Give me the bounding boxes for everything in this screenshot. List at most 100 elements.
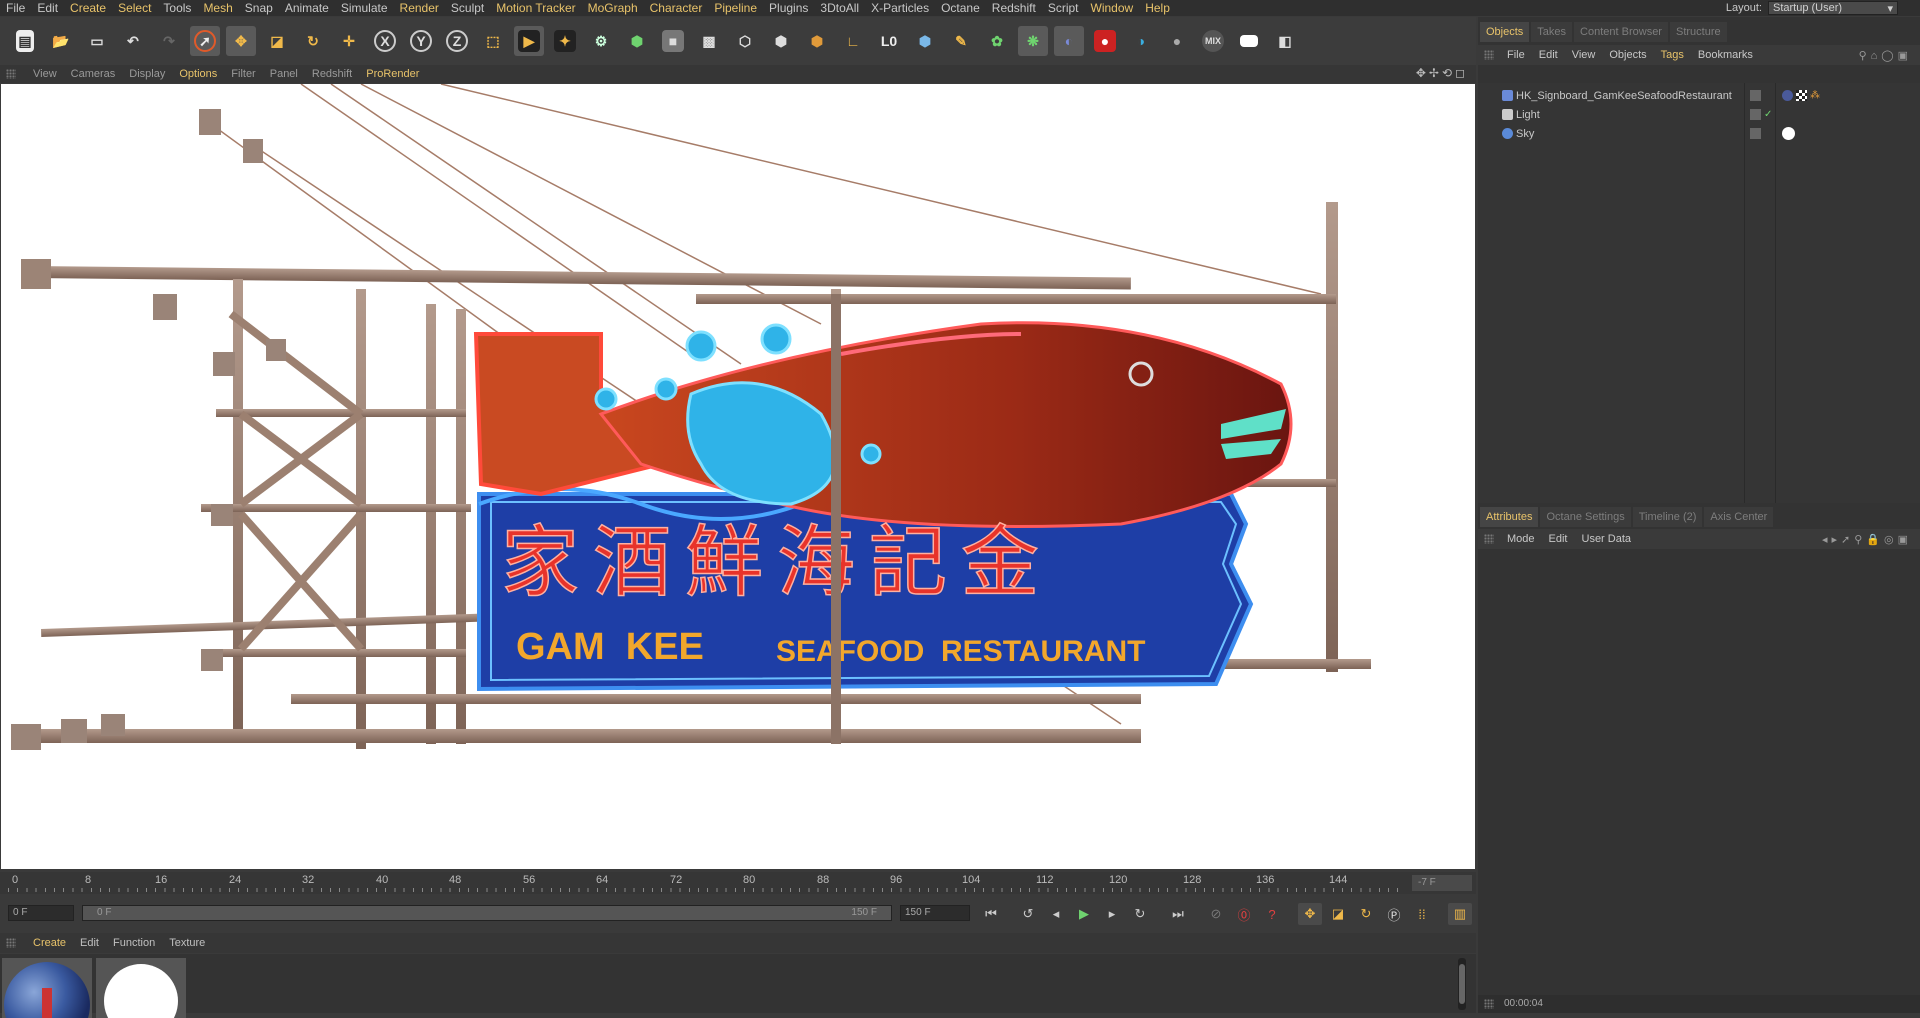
menu-snap[interactable]: Snap bbox=[239, 1, 279, 15]
mix-icon[interactable]: MIX bbox=[1198, 26, 1228, 56]
record-icon[interactable]: ● bbox=[1090, 26, 1120, 56]
menu-plugins[interactable]: Plugins bbox=[763, 1, 814, 15]
text-object-icon[interactable]: L0 bbox=[874, 26, 904, 56]
timeline-ruler[interactable]: 0 8 16 24 32 40 48 56 64 72 80 88 96 104… bbox=[0, 872, 1476, 894]
camera-cube-icon[interactable]: ⬢ bbox=[910, 26, 940, 56]
visibility-icon[interactable] bbox=[1750, 128, 1761, 139]
mat-menu-texture[interactable]: Texture bbox=[162, 937, 212, 949]
menu-edit[interactable]: Edit bbox=[31, 1, 64, 15]
keyframe-disabled-icon[interactable]: ⊘ bbox=[1204, 903, 1228, 925]
grip-icon[interactable] bbox=[1484, 999, 1494, 1009]
live-select-icon[interactable]: ✛ bbox=[334, 26, 364, 56]
layout-toggle-icon[interactable]: ◧ bbox=[1270, 26, 1300, 56]
tab-attributes[interactable]: Attributes bbox=[1480, 507, 1539, 527]
vp-menu-display[interactable]: Display bbox=[122, 68, 172, 80]
render-settings-icon[interactable]: ⚙ bbox=[586, 26, 616, 56]
menu-animate[interactable]: Animate bbox=[279, 1, 335, 15]
mograph-icon[interactable]: ✿ bbox=[982, 26, 1012, 56]
3d-viewport[interactable]: 家酒鮮海記金 GAM KEE SEAFOOD RESTAURANT bbox=[1, 84, 1475, 869]
tab-octane-settings[interactable]: Octane Settings bbox=[1540, 507, 1631, 527]
menu-create[interactable]: Create bbox=[64, 1, 112, 15]
material-swatch[interactable] bbox=[96, 958, 186, 1018]
vp-menu-view[interactable]: View bbox=[26, 68, 64, 80]
deformer-icon[interactable]: ◐ bbox=[1054, 26, 1084, 56]
grip-icon[interactable] bbox=[6, 69, 16, 79]
layout-dropdown[interactable]: Startup (User) ▾ bbox=[1768, 1, 1898, 15]
select-tool-icon[interactable]: ➚ bbox=[190, 26, 220, 56]
light-rect-icon[interactable] bbox=[1234, 26, 1264, 56]
obj-menu-edit[interactable]: Edit bbox=[1532, 49, 1565, 61]
attr-nav-icons[interactable]: ◂▸➚⚲🔒◎▣ bbox=[1822, 533, 1912, 546]
menu-octane[interactable]: Octane bbox=[935, 1, 986, 15]
end-frame-field[interactable]: 150 F bbox=[900, 905, 970, 921]
tab-structure[interactable]: Structure bbox=[1669, 22, 1727, 42]
menu-pipeline[interactable]: Pipeline bbox=[708, 1, 763, 15]
x-axis-icon[interactable]: X bbox=[370, 26, 400, 56]
floor-icon[interactable]: ∟ bbox=[838, 26, 868, 56]
visibility-icon[interactable] bbox=[1750, 90, 1761, 101]
object-row[interactable]: Sky bbox=[1478, 125, 1920, 142]
menu-window[interactable]: Window bbox=[1085, 1, 1140, 15]
redo-icon[interactable]: ↷ bbox=[154, 26, 184, 56]
y-axis-icon[interactable]: Y bbox=[406, 26, 436, 56]
frame-range-slider[interactable]: 0 F 150 F bbox=[82, 905, 892, 921]
obj-menu-objects[interactable]: Objects bbox=[1602, 49, 1653, 61]
checker-tag-icon[interactable] bbox=[1796, 90, 1807, 101]
mat-menu-create[interactable]: Create bbox=[26, 937, 73, 949]
render-view-icon[interactable]: ▶ bbox=[514, 26, 544, 56]
obj-menu-bookmarks[interactable]: Bookmarks bbox=[1691, 49, 1760, 61]
mat-menu-edit[interactable]: Edit bbox=[73, 937, 106, 949]
tab-axis-center[interactable]: Axis Center bbox=[1704, 507, 1774, 527]
obj-menu-file[interactable]: File bbox=[1500, 49, 1532, 61]
attr-menu-edit[interactable]: Edit bbox=[1542, 533, 1575, 545]
key-help-icon[interactable]: ? bbox=[1260, 903, 1284, 925]
box-wire-icon[interactable]: ⬡ bbox=[730, 26, 760, 56]
xpresso-tag-icon[interactable]: ⁂ bbox=[1810, 90, 1821, 101]
vp-menu-panel[interactable]: Panel bbox=[263, 68, 305, 80]
menu-select[interactable]: Select bbox=[112, 1, 157, 15]
grip-icon[interactable] bbox=[6, 938, 16, 948]
grip-icon[interactable] bbox=[1484, 50, 1494, 60]
tab-objects[interactable]: Objects bbox=[1480, 22, 1530, 42]
search-home-icons[interactable]: ⚲⌂◯▣ bbox=[1859, 49, 1912, 62]
save-icon[interactable]: ▭ bbox=[82, 26, 112, 56]
menu-render[interactable]: Render bbox=[394, 1, 445, 15]
current-frame-field[interactable]: -7 F bbox=[1412, 875, 1472, 891]
cube-object-icon[interactable]: ■ bbox=[658, 26, 688, 56]
menu-simulate[interactable]: Simulate bbox=[335, 1, 394, 15]
menu-redshift[interactable]: Redshift bbox=[986, 1, 1042, 15]
contrast-icon[interactable]: ◑ bbox=[1126, 26, 1156, 56]
go-to-start-icon[interactable]: ⏮ bbox=[979, 903, 1003, 925]
object-row[interactable]: Light ✓ bbox=[1478, 106, 1920, 123]
object-row[interactable]: HK_Signboard_GamKeeSeafoodRestaurant ⁂ bbox=[1478, 87, 1920, 104]
menu-x-particles[interactable]: X-Particles bbox=[865, 1, 935, 15]
material-tag-icon[interactable] bbox=[1782, 90, 1793, 101]
vp-menu-cameras[interactable]: Cameras bbox=[64, 68, 123, 80]
start-frame-field[interactable]: 0 F bbox=[8, 905, 74, 921]
scale-key-icon[interactable]: ◪ bbox=[1326, 903, 1350, 925]
obj-menu-view[interactable]: View bbox=[1565, 49, 1603, 61]
sky-material-tag-icon[interactable] bbox=[1782, 127, 1795, 140]
grip-icon[interactable] bbox=[1484, 534, 1494, 544]
box-outline-icon[interactable]: ⬢ bbox=[766, 26, 796, 56]
menu-character[interactable]: Character bbox=[644, 1, 709, 15]
tab-timeline-2[interactable]: Timeline (2) bbox=[1632, 507, 1703, 527]
menu-tools[interactable]: Tools bbox=[157, 1, 197, 15]
menu-help[interactable]: Help bbox=[1139, 1, 1176, 15]
viewport-navigation-icons[interactable]: ✥✢⟲◻ bbox=[1416, 66, 1468, 80]
attr-menu-user-data[interactable]: User Data bbox=[1575, 533, 1639, 545]
scale-tool-icon[interactable]: ◪ bbox=[262, 26, 292, 56]
material-swatch[interactable] bbox=[2, 958, 92, 1018]
z-axis-icon[interactable]: Z bbox=[442, 26, 472, 56]
scrollbar-thumb[interactable] bbox=[1459, 964, 1465, 1004]
play-icon[interactable]: ▶ bbox=[1072, 903, 1096, 925]
mat-menu-function[interactable]: Function bbox=[106, 937, 162, 949]
vp-menu-prorender[interactable]: ProRender bbox=[359, 68, 426, 80]
vp-menu-options[interactable]: Options bbox=[172, 68, 224, 80]
cloner-icon[interactable]: ❋ bbox=[1018, 26, 1048, 56]
param-key-icon[interactable]: Ⓟ bbox=[1382, 903, 1406, 925]
prev-frame-icon[interactable]: ◂ bbox=[1044, 903, 1068, 925]
vp-menu-filter[interactable]: Filter bbox=[224, 68, 262, 80]
menu-mesh[interactable]: Mesh bbox=[197, 1, 238, 15]
render-picture-icon[interactable]: ✦ bbox=[550, 26, 580, 56]
